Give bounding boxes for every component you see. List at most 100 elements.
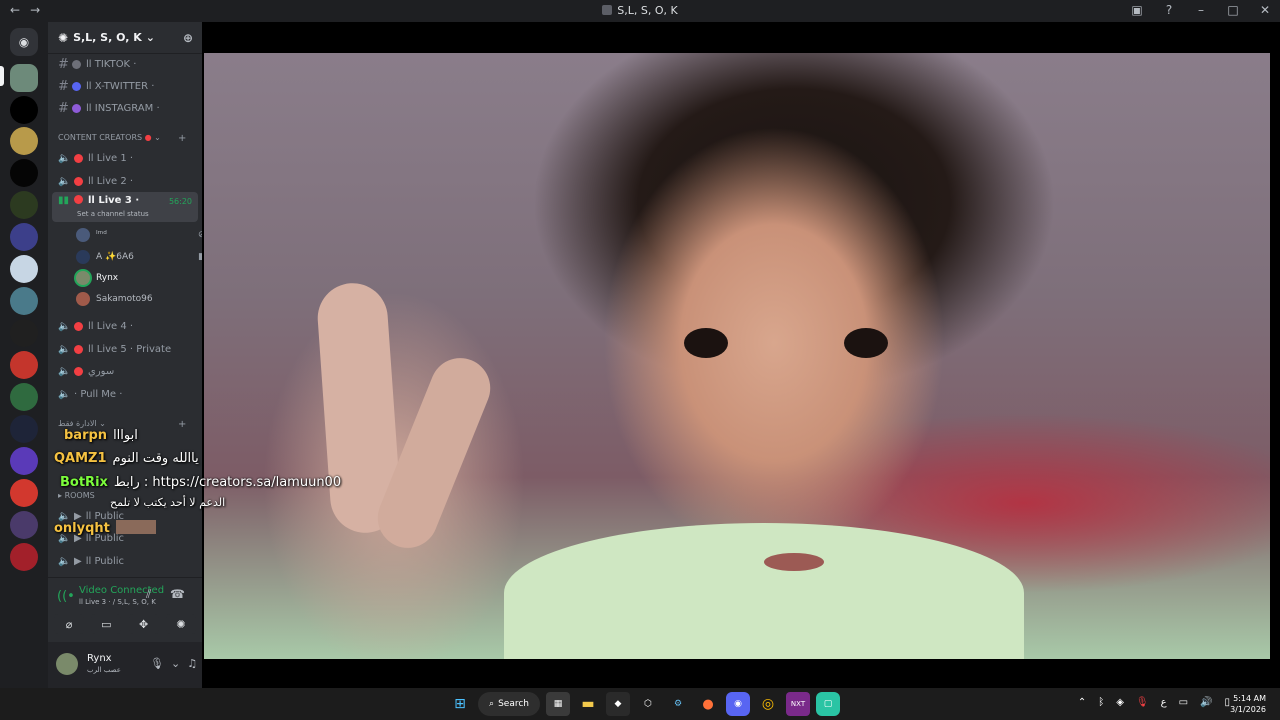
live-dot-icon: [74, 321, 83, 331]
disconnect-icon[interactable]: ☎: [170, 587, 185, 601]
screen-share-button[interactable]: ▭: [91, 614, 122, 634]
voice-user-name: Rynx: [96, 273, 119, 283]
text-channel-instagram[interactable]: # اا INSTAGRAM ·: [52, 98, 198, 118]
unity-hub-icon[interactable]: ⬡: [636, 692, 660, 716]
server-icon[interactable]: [10, 159, 38, 187]
bluetooth-icon[interactable]: ᛒ: [1098, 697, 1104, 708]
taskbar-clock[interactable]: 5:14 AM 3/1/2026: [1230, 693, 1266, 715]
voice-connection-panel: ((• Video Connected اا Live 3 · / S,L, S…: [48, 577, 202, 641]
channel-sidebar: ✺ S,L, S, O, K ⌄ ⊕ # اا TIKTOK · # اا X-TW…: [48, 22, 202, 688]
voice-channel-live-4[interactable]: 🔈 اا Live 4 ·: [52, 316, 198, 336]
security-icon[interactable]: ◈: [1116, 697, 1124, 708]
voice-channel-live-1[interactable]: 🔈 اا Live 1 ·: [52, 148, 198, 168]
server-icon[interactable]: [10, 351, 38, 379]
chevron-down-icon: ⌄: [145, 31, 155, 44]
live-dot-icon: ●: [144, 133, 152, 142]
server-icon[interactable]: [10, 383, 38, 411]
server-icon[interactable]: [10, 415, 38, 443]
category-content-creators[interactable]: CONTENT CREATORS ● ⌄ +: [58, 133, 192, 144]
discord-taskbar-icon[interactable]: ◉: [726, 692, 750, 716]
inbox-icon[interactable]: ▣: [1130, 3, 1144, 17]
voice-user[interactable]: Sakamoto96: [76, 289, 153, 309]
server-icon[interactable]: [10, 223, 38, 251]
server-icon[interactable]: [10, 96, 38, 124]
microphone-icon[interactable]: 🎙: [150, 657, 164, 670]
voice-user[interactable]: ᴵᵐᵈ⊘⊘: [76, 225, 202, 245]
server-icon[interactable]: [10, 319, 38, 347]
server-icon[interactable]: [10, 511, 38, 539]
server-header[interactable]: ✺ S,L, S, O, K ⌄ ⊕: [48, 22, 202, 54]
minimize-button[interactable]: –: [1194, 3, 1208, 17]
voice-channel-public[interactable]: 🔈 ▶ اا Public: [52, 528, 198, 548]
voice-channel-live-3[interactable]: ▮▮ اا Live 3 · 56:20 Set a channel status: [52, 192, 198, 222]
channel-label: اا Live 2 ·: [88, 175, 134, 187]
speaker-icon: 🔈: [58, 175, 71, 187]
category-label: ROOMS: [64, 491, 95, 500]
chevron-down-icon[interactable]: ⌄: [171, 657, 180, 670]
chrome-icon[interactable]: ◎: [756, 692, 780, 716]
category-admin[interactable]: الادارة فقط ⌄ +: [58, 419, 192, 430]
avatar[interactable]: [56, 653, 78, 675]
task-view-icon[interactable]: ▦: [546, 692, 570, 716]
video-stream[interactable]: [204, 53, 1270, 659]
noise-suppression-icon[interactable]: ⫽: [146, 587, 151, 602]
maximize-button[interactable]: □: [1226, 3, 1240, 17]
speaker-icon: 🔈: [58, 388, 71, 400]
avatar: [76, 271, 90, 285]
server-icon[interactable]: [10, 127, 38, 155]
mouth-graphic: [764, 553, 824, 571]
windows-start-icon[interactable]: ⊞: [448, 692, 472, 716]
input-language-icon[interactable]: ع: [1161, 697, 1167, 708]
voice-user[interactable]: Rynx: [76, 268, 118, 288]
server-icon[interactable]: [10, 543, 38, 571]
add-channel-icon[interactable]: +: [178, 133, 186, 144]
text-channel-tiktok[interactable]: # اا TIKTOK ·: [52, 54, 198, 74]
voice-channel-sorry[interactable]: 🔈 سوري: [52, 361, 198, 381]
voice-channel-public[interactable]: 🔈 ▶ اا Public: [52, 506, 198, 526]
hash-icon: #: [58, 100, 69, 116]
close-button[interactable]: ✕: [1258, 3, 1272, 17]
category-rooms[interactable]: ▸ ROOMS: [58, 491, 95, 500]
headphones-icon[interactable]: ♫: [187, 657, 197, 670]
voice-channel-pull-me[interactable]: 🔈 · Pull Me ·: [52, 384, 198, 404]
call-timer: 56:20: [168, 197, 192, 206]
network-icon[interactable]: ▭: [1179, 697, 1188, 708]
window-title: S,L, S, O, K: [617, 4, 678, 17]
voice-channel-public[interactable]: 🔈 ▶ اا Public: [52, 551, 198, 571]
server-icon-selected[interactable]: [10, 64, 38, 92]
hash-icon: #: [58, 56, 69, 72]
server-icon[interactable]: [10, 447, 38, 475]
speaker-icon: 🔈: [58, 152, 71, 164]
camera-off-button[interactable]: ⌀: [54, 614, 84, 634]
text-channel-x-twitter[interactable]: # اا X-TWITTER ·: [52, 76, 198, 96]
voice-user[interactable]: A ✨6A6■: [76, 247, 202, 267]
volume-icon[interactable]: 🔊: [1200, 697, 1212, 708]
add-member-icon[interactable]: ⊕: [183, 31, 193, 45]
discord-home-icon[interactable]: ◉: [10, 28, 38, 56]
server-icon[interactable]: [10, 479, 38, 507]
soundboard-button[interactable]: ✺: [165, 614, 196, 634]
epic-games-icon[interactable]: ◆: [606, 692, 630, 716]
firefox-icon[interactable]: ●: [696, 692, 720, 716]
add-channel-icon[interactable]: +: [178, 419, 186, 430]
server-icon[interactable]: [10, 287, 38, 315]
voice-channel-live-5[interactable]: 🔈 اا Live 5 · Private: [52, 339, 198, 359]
server-rail: ◉: [0, 22, 48, 688]
activities-button[interactable]: ✥: [128, 614, 159, 634]
taskbar-search-button[interactable]: ⌕ Search: [478, 692, 540, 716]
voice-channel-link[interactable]: اا Live 3 · / S,L, S, O, K: [79, 598, 156, 606]
help-icon[interactable]: ?: [1162, 3, 1176, 17]
server-icon[interactable]: [10, 191, 38, 219]
next-app-icon[interactable]: NXT: [786, 692, 810, 716]
server-icon[interactable]: [10, 255, 38, 283]
app-icon[interactable]: ▢: [816, 692, 840, 716]
show-hidden-icons-chevron-icon[interactable]: ⌃: [1078, 697, 1086, 708]
tiktok-icon: [72, 59, 81, 69]
channel-status[interactable]: Set a channel status: [77, 210, 149, 218]
steam-icon[interactable]: ⚙: [666, 692, 690, 716]
file-explorer-icon[interactable]: ▬: [576, 692, 600, 716]
live-dot-icon: [74, 153, 83, 163]
microphone-in-use-icon[interactable]: 🎙: [1136, 697, 1149, 708]
voice-channel-live-2[interactable]: 🔈 اا Live 2 ·: [52, 171, 198, 191]
channel-label: اا Live 3 ·: [88, 195, 140, 206]
